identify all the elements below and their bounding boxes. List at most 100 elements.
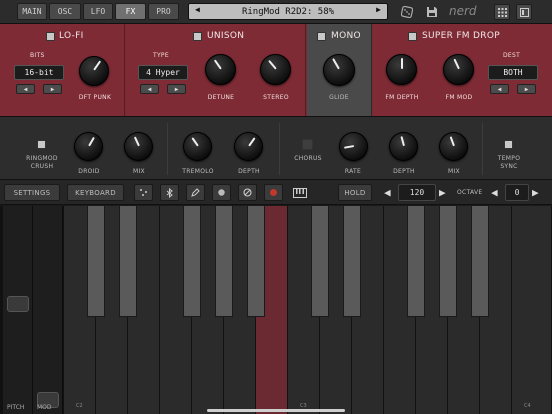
black-key[interactable] (407, 206, 425, 317)
black-key[interactable] (183, 206, 201, 317)
dest-increment-button[interactable]: ▶ (517, 84, 536, 94)
pitch-wheel-handle[interactable] (7, 296, 29, 312)
chorus-depth-knob[interactable] (389, 132, 418, 161)
dest-label: DEST (503, 52, 521, 59)
tab-pro[interactable]: PRO (148, 3, 179, 20)
type-increment-button[interactable]: ▶ (167, 84, 186, 94)
dot-icon[interactable] (212, 184, 231, 201)
chorus-toggle[interactable] (302, 139, 313, 150)
save-icon[interactable] (424, 4, 439, 19)
piano-icon[interactable] (290, 184, 309, 201)
unison-toggle[interactable] (193, 32, 202, 41)
tremolo-label: TREMOLO (182, 168, 214, 175)
tab-main[interactable]: MAIN (17, 3, 47, 20)
tremolo-knob[interactable] (183, 132, 212, 161)
black-key[interactable] (343, 206, 361, 317)
unison-section: UNISON TYPE 4 Hyper ◀ ▶ DETUNE STEREO (126, 24, 306, 116)
superfm-toggle[interactable] (408, 32, 417, 41)
detune-label: DETUNE (207, 94, 235, 101)
tempo-sync-label: TEMPO SYNC (497, 155, 521, 170)
droid-knob[interactable] (74, 132, 103, 161)
fx-divider (167, 123, 168, 175)
chorus-mix-label: MIX (448, 168, 460, 175)
arpeggiator-icon[interactable] (134, 184, 153, 201)
pencil-icon[interactable] (186, 184, 205, 201)
bits-label: BITS (30, 52, 45, 59)
mono-toggle[interactable] (317, 32, 326, 41)
ringmod-crush-label: RINGMOD CRUSH (26, 155, 58, 170)
mod-wheel[interactable] (33, 206, 63, 414)
chorus-label: CHORUS (294, 155, 322, 162)
mod-label: MOD (37, 404, 52, 411)
preset-selector[interactable]: ◀ RingMod R2D2: 58% ▶ (188, 3, 388, 20)
chorus-mix-knob[interactable] (439, 132, 468, 161)
white-key[interactable] (512, 206, 552, 414)
black-key[interactable] (215, 206, 233, 317)
glide-knob[interactable] (323, 54, 355, 86)
lofi-title: LO-FI (59, 31, 84, 41)
nerd-logo: nerd (449, 4, 477, 18)
tempo-sync-toggle[interactable] (504, 140, 513, 149)
tempo-decrement-button[interactable]: ◀ (384, 186, 391, 199)
pitch-label: PITCH (7, 404, 25, 411)
black-key[interactable] (247, 206, 265, 317)
superfm-title: SUPER FM DROP (422, 31, 500, 41)
prev-preset-button[interactable]: ◀ (195, 5, 200, 14)
octave-decrement-button[interactable]: ◀ (491, 186, 498, 199)
record-icon[interactable] (264, 184, 283, 201)
block-icon[interactable] (238, 184, 257, 201)
chorus-rate-knob[interactable] (339, 132, 368, 161)
fx-divider (279, 123, 280, 175)
tempo-increment-button[interactable]: ▶ (439, 186, 446, 199)
stereo-knob[interactable] (260, 54, 291, 85)
octave-increment-button[interactable]: ▶ (532, 186, 539, 199)
superfm-section: SUPER FM DROP FM DEPTH FM MOD DEST BOTH … (373, 24, 552, 116)
window-icon[interactable] (516, 4, 532, 20)
fm-depth-knob[interactable] (386, 54, 417, 85)
dft-punk-knob[interactable] (79, 56, 109, 86)
tremolo-depth-knob[interactable] (234, 132, 263, 161)
hold-button[interactable]: HOLD (338, 184, 372, 201)
chorus-rate-label: RATE (344, 168, 362, 175)
detune-knob[interactable] (205, 54, 236, 85)
tab-lfo[interactable]: LFO (83, 3, 113, 20)
tab-osc[interactable]: OSC (49, 3, 81, 20)
grid-icon[interactable] (494, 4, 510, 20)
tab-fx[interactable]: FX (115, 3, 146, 20)
black-key[interactable] (87, 206, 105, 317)
octave-value[interactable]: 0 (505, 184, 529, 201)
dice-icon[interactable] (399, 4, 414, 19)
bits-increment-button[interactable]: ▶ (43, 84, 62, 94)
type-label: TYPE (153, 52, 169, 59)
unison-title: UNISON (207, 31, 245, 41)
effects-bar: RINGMOD CRUSH DROID MIX TREMOLO DEPTH CH… (0, 116, 552, 180)
ringmod-mix-knob[interactable] (124, 132, 153, 161)
octave-label-c2: C2 (76, 403, 83, 409)
synth-panel: LO-FI BITS 16-bit ◀ ▶ DFT PUNK UNISON TY… (0, 24, 552, 116)
black-key[interactable] (471, 206, 489, 317)
preset-name: RingMod R2D2: 58% (241, 6, 335, 17)
lofi-toggle[interactable] (46, 32, 55, 41)
tempo-value[interactable]: 120 (398, 184, 436, 201)
dft-punk-label: DFT PUNK (78, 94, 112, 101)
ringmod-toggle[interactable] (37, 140, 46, 149)
bits-value[interactable]: 16-bit (14, 65, 64, 80)
keyboard-button[interactable]: KEYBOARD (67, 184, 124, 201)
type-decrement-button[interactable]: ◀ (140, 84, 159, 94)
lofi-section: LO-FI BITS 16-bit ◀ ▶ DFT PUNK (0, 24, 125, 116)
bits-decrement-button[interactable]: ◀ (16, 84, 35, 94)
black-key[interactable] (119, 206, 137, 317)
settings-button[interactable]: SETTINGS (4, 184, 60, 201)
black-key[interactable] (439, 206, 457, 317)
dest-value[interactable]: BOTH (488, 65, 538, 80)
next-preset-button[interactable]: ▶ (376, 5, 381, 14)
pitch-wheel[interactable] (3, 206, 33, 414)
dest-decrement-button[interactable]: ◀ (490, 84, 509, 94)
octave-label-c4: C4 (524, 403, 531, 409)
tremolo-depth-label: DEPTH (238, 168, 260, 175)
glide-label: GLIDE (329, 94, 349, 101)
unison-type-value[interactable]: 4 Hyper (138, 65, 188, 80)
fm-mod-knob[interactable] (443, 54, 474, 85)
bluetooth-icon[interactable] (160, 184, 179, 201)
black-key[interactable] (311, 206, 329, 317)
